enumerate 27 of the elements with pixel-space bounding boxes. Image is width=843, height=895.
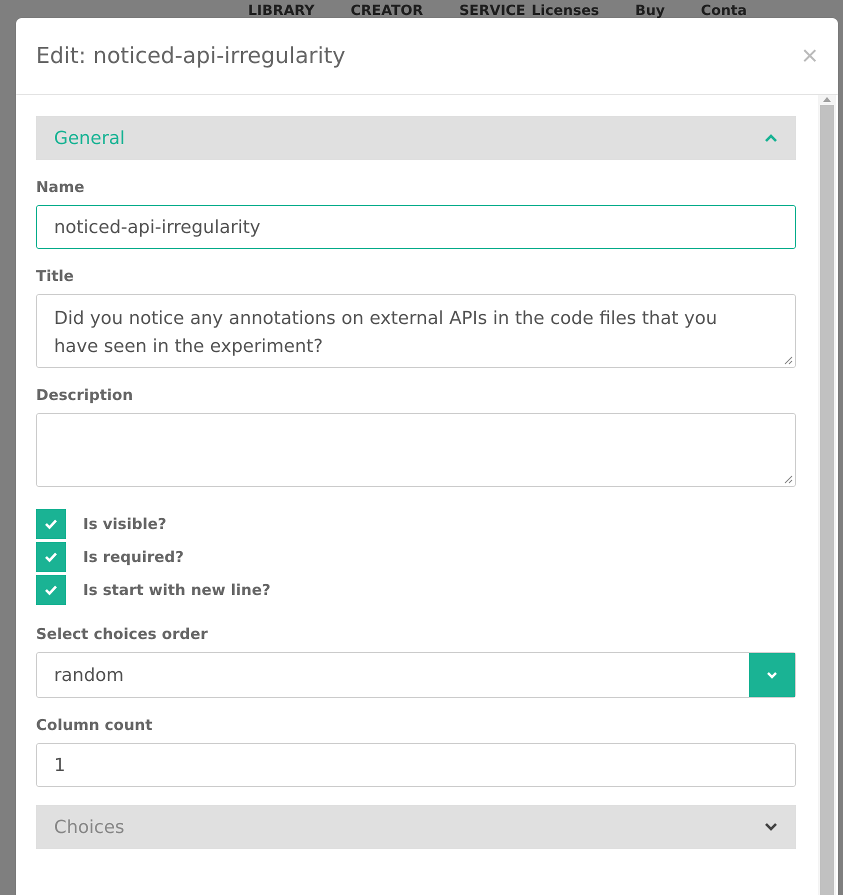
- text-area[interactable]: Did you notice any annotations on external APIs in the code files that you have seen in the experiment?: [36, 294, 796, 368]
- checkbox[interactable]: [36, 509, 66, 539]
- check-icon: [44, 518, 58, 530]
- select-field[interactable]: random: [36, 652, 796, 698]
- checkbox-label: Is visible?: [83, 515, 166, 533]
- resize-grip-icon[interactable]: [784, 475, 793, 484]
- checkbox[interactable]: [36, 542, 66, 572]
- checkbox[interactable]: [36, 575, 66, 605]
- text-area[interactable]: [36, 413, 796, 487]
- input-field[interactable]: 1: [36, 743, 796, 787]
- dialog-title: Edit: noticed-api-irregularity: [36, 44, 346, 68]
- checkbox-label: Is start with new line?: [83, 581, 271, 599]
- field-label: Description: [36, 386, 134, 404]
- chevron-icon: [766, 671, 778, 679]
- scrollbar[interactable]: [818, 95, 836, 895]
- field-label: Title: [36, 267, 75, 285]
- resize-grip-icon[interactable]: [784, 356, 793, 365]
- checkbox-label: Is required?: [83, 548, 184, 566]
- chevron-icon: [764, 133, 778, 143]
- field-label: Select choices order: [36, 625, 209, 643]
- field-label: Column count: [36, 716, 154, 734]
- input-field[interactable]: noticed-api-irregularity: [36, 205, 796, 249]
- check-icon: [44, 551, 58, 563]
- field-label: Name: [36, 178, 86, 196]
- check-icon: [44, 584, 58, 596]
- scroll-up-icon[interactable]: [822, 95, 832, 103]
- chevron-icon: [764, 822, 778, 832]
